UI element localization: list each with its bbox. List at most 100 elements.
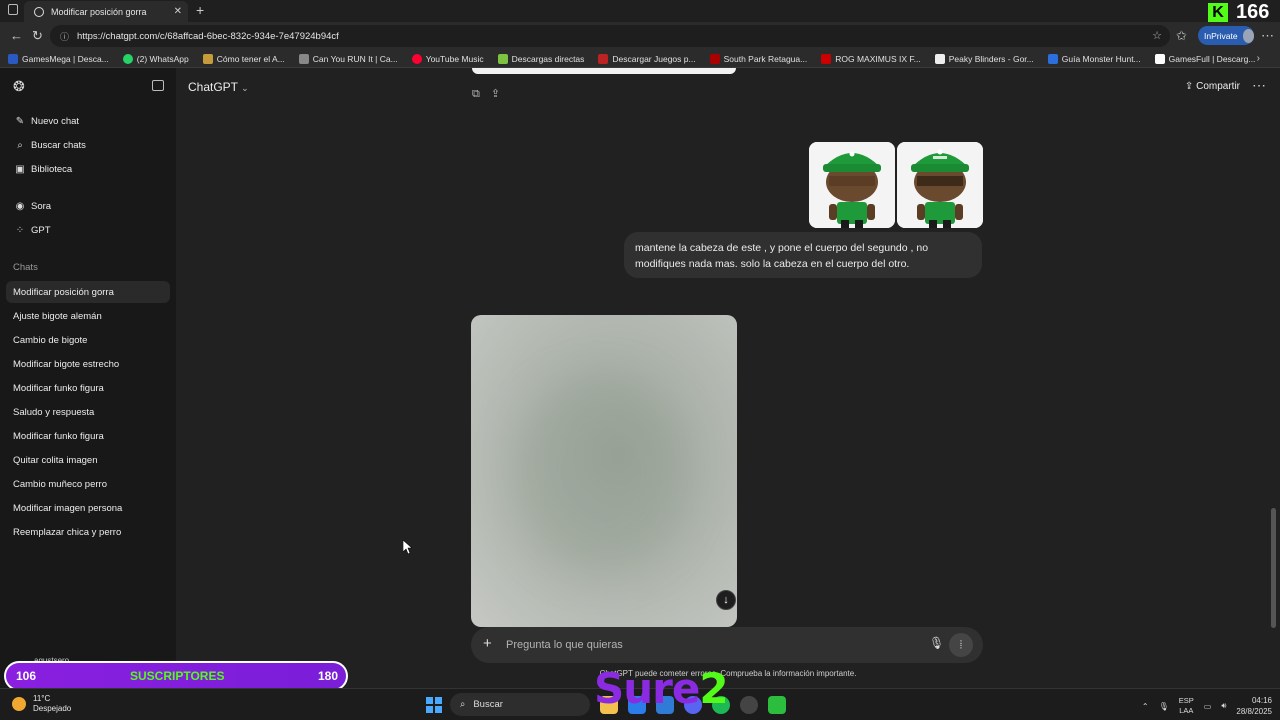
sidebar-item-gpt[interactable]: ⁘ GPT	[8, 219, 170, 241]
bookmark-favicon-icon	[497, 53, 508, 64]
sun-icon	[12, 697, 26, 711]
model-selector[interactable]: ChatGPT ⌄	[188, 80, 249, 94]
microphone-icon[interactable]: 🎙︎	[929, 636, 944, 650]
chevron-right-icon[interactable]: ›	[1257, 53, 1260, 64]
streamer-brand-logo: Sure2	[594, 664, 729, 713]
favorite-star-icon[interactable]: ☆	[1152, 29, 1162, 42]
bookmark-item[interactable]: Descargar Juegos p...	[598, 53, 696, 64]
network-icon[interactable]: ▭	[1204, 702, 1212, 711]
gpt-grid-icon: ⁘	[15, 224, 25, 236]
language-indicator[interactable]: ESP LAA	[1179, 696, 1194, 716]
chat-main: ChatGPT ⌄ ⧉ ⇪ ⇪ Compartir ⋯ mantene la c…	[176, 68, 1280, 688]
attached-image[interactable]	[809, 142, 895, 228]
sidebar-item-library[interactable]: ▣ Biblioteca	[8, 158, 170, 180]
sidebar-item-sora[interactable]: ◉ Sora	[8, 195, 170, 217]
chat-item[interactable]: Modificar funko figura	[6, 425, 170, 447]
bookmark-item[interactable]: Peaky Blinders - Gor...	[934, 53, 1034, 64]
bookmark-label: YouTube Music	[425, 53, 484, 64]
bookmark-label: Cómo tener el A...	[216, 53, 285, 64]
funko-figure-image	[809, 142, 895, 228]
back-icon[interactable]: ←	[10, 28, 23, 43]
chat-item[interactable]: Saludo y respuesta	[6, 401, 170, 423]
chat-item[interactable]: Quitar colita imagen	[6, 449, 170, 471]
brand-digit: 2	[699, 664, 728, 713]
sidebar-toggle-icon[interactable]	[152, 80, 164, 91]
bookmark-item[interactable]: YouTube Music	[411, 53, 484, 64]
tab-actions-icon[interactable]	[8, 4, 18, 15]
bookmark-item[interactable]: GamesMega | Desca...	[8, 53, 109, 64]
bookmark-favicon-icon	[202, 53, 213, 64]
clock[interactable]: 04:16 28/8/2025	[1236, 695, 1272, 717]
chat-item[interactable]: Modificar bigote estrecho	[6, 353, 170, 375]
chat-item[interactable]: Modificar posición gorra	[6, 281, 170, 303]
model-label: ChatGPT	[188, 80, 238, 94]
weather-condition: Despejado	[33, 704, 72, 713]
app-icon[interactable]	[768, 696, 786, 714]
chevron-down-icon: ⌄	[241, 83, 249, 93]
chat-item[interactable]: Reemplazar chica y perro	[6, 521, 170, 543]
bookmark-item[interactable]: GamesFull | Descarg...	[1154, 53, 1255, 64]
bookmark-item[interactable]: Cómo tener el A...	[202, 53, 285, 64]
user-message: mantene la cabeza de este , y pone el cu…	[624, 232, 982, 278]
windows-start-icon[interactable]	[426, 697, 442, 713]
address-toolbar: ← ↻ ⓘ https://chatgpt.com/c/68affcad-6be…	[0, 22, 1280, 50]
volume-icon[interactable]: 🔊︎	[1221, 701, 1226, 711]
share-upload-icon[interactable]: ⇪	[491, 88, 500, 100]
weather-widget[interactable]: 11°C Despejado	[12, 694, 71, 714]
bookmark-item[interactable]: Can You RUN It | Ca...	[298, 53, 398, 64]
browser-menu-icon[interactable]: ⋯	[1261, 28, 1274, 44]
steam-icon[interactable]	[740, 696, 758, 714]
bookmark-item[interactable]: Descargas directas	[497, 53, 584, 64]
sidebar-item-new-chat[interactable]: ✎ Nuevo chat	[8, 110, 170, 132]
new-tab-icon[interactable]: +	[196, 2, 204, 18]
bookmark-favicon-icon	[934, 53, 945, 64]
add-attachment-icon[interactable]: +	[483, 635, 492, 652]
microphone-tray-icon[interactable]: 🎙︎	[1159, 702, 1169, 711]
address-bar[interactable]: ⓘ https://chatgpt.com/c/68affcad-6bec-83…	[50, 25, 1170, 47]
search-label: Buscar	[473, 699, 503, 710]
scroll-down-icon[interactable]: ↓	[716, 590, 736, 610]
chats-section-label: Chats	[13, 262, 38, 273]
search-icon: ⌕	[460, 699, 466, 710]
close-tab-icon[interactable]: ✕	[174, 6, 182, 17]
openai-logo-icon[interactable]: ❂	[13, 78, 25, 95]
bookmark-item[interactable]: ROG MAXIMUS IX F...	[821, 53, 921, 64]
bookmark-label: Guía Monster Hunt...	[1061, 53, 1141, 64]
chat-item[interactable]: Cambio de bigote	[6, 329, 170, 351]
prompt-input[interactable]	[506, 635, 906, 655]
inprivate-label: InPrivate	[1204, 30, 1238, 41]
more-options-icon[interactable]: ⋯	[1252, 77, 1266, 94]
attached-image[interactable]	[897, 142, 983, 228]
chat-item[interactable]: Modificar imagen persona	[6, 497, 170, 519]
sidebar: ❂ ✎ Nuevo chat ⌕ Buscar chats ▣ Biblioteca …	[0, 68, 176, 688]
browser-tab[interactable]: Modificar posición gorra ✕	[24, 1, 188, 22]
taskbar-search[interactable]: ⌕ Buscar	[450, 693, 590, 716]
kick-logo-icon: K	[1208, 3, 1228, 23]
inprivate-badge[interactable]: InPrivate	[1198, 26, 1254, 45]
bookmark-label: South Park Retagua...	[723, 53, 808, 64]
chat-item[interactable]: Modificar funko figura	[6, 377, 170, 399]
bookmark-item[interactable]: (2) WhatsApp	[122, 53, 189, 64]
message-actions: ⧉ ⇪	[472, 87, 500, 101]
sidebar-item-label: Buscar chats	[31, 139, 86, 151]
copy-icon[interactable]: ⧉	[472, 88, 480, 100]
chevron-up-icon[interactable]: ⌃	[1142, 702, 1149, 711]
share-icon: ⇪	[1184, 81, 1194, 92]
bookmark-favicon-icon	[298, 53, 309, 64]
mouse-cursor-icon	[403, 540, 412, 554]
scrollbar[interactable]	[1271, 508, 1276, 628]
favorites-icon[interactable]: ✩	[1176, 28, 1187, 44]
sidebar-item-search-chats[interactable]: ⌕ Buscar chats	[8, 134, 170, 156]
share-button[interactable]: ⇪ Compartir	[1185, 81, 1240, 92]
generated-image-placeholder[interactable]	[471, 315, 737, 627]
reload-icon[interactable]: ↻	[32, 28, 43, 44]
bookmark-favicon-icon	[709, 53, 720, 64]
voice-mode-icon[interactable]: ⦙	[949, 633, 973, 657]
tab-strip: Modificar posición gorra ✕ + K 166	[0, 0, 1280, 23]
bookmark-item[interactable]: Guía Monster Hunt...	[1047, 53, 1141, 64]
profile-avatar	[1242, 28, 1254, 43]
site-info-icon[interactable]: ⓘ	[60, 30, 69, 43]
bookmark-item[interactable]: South Park Retagua...	[709, 53, 808, 64]
chat-item[interactable]: Cambio muñeco perro	[6, 473, 170, 495]
chat-item[interactable]: Ajuste bigote alemán	[6, 305, 170, 327]
